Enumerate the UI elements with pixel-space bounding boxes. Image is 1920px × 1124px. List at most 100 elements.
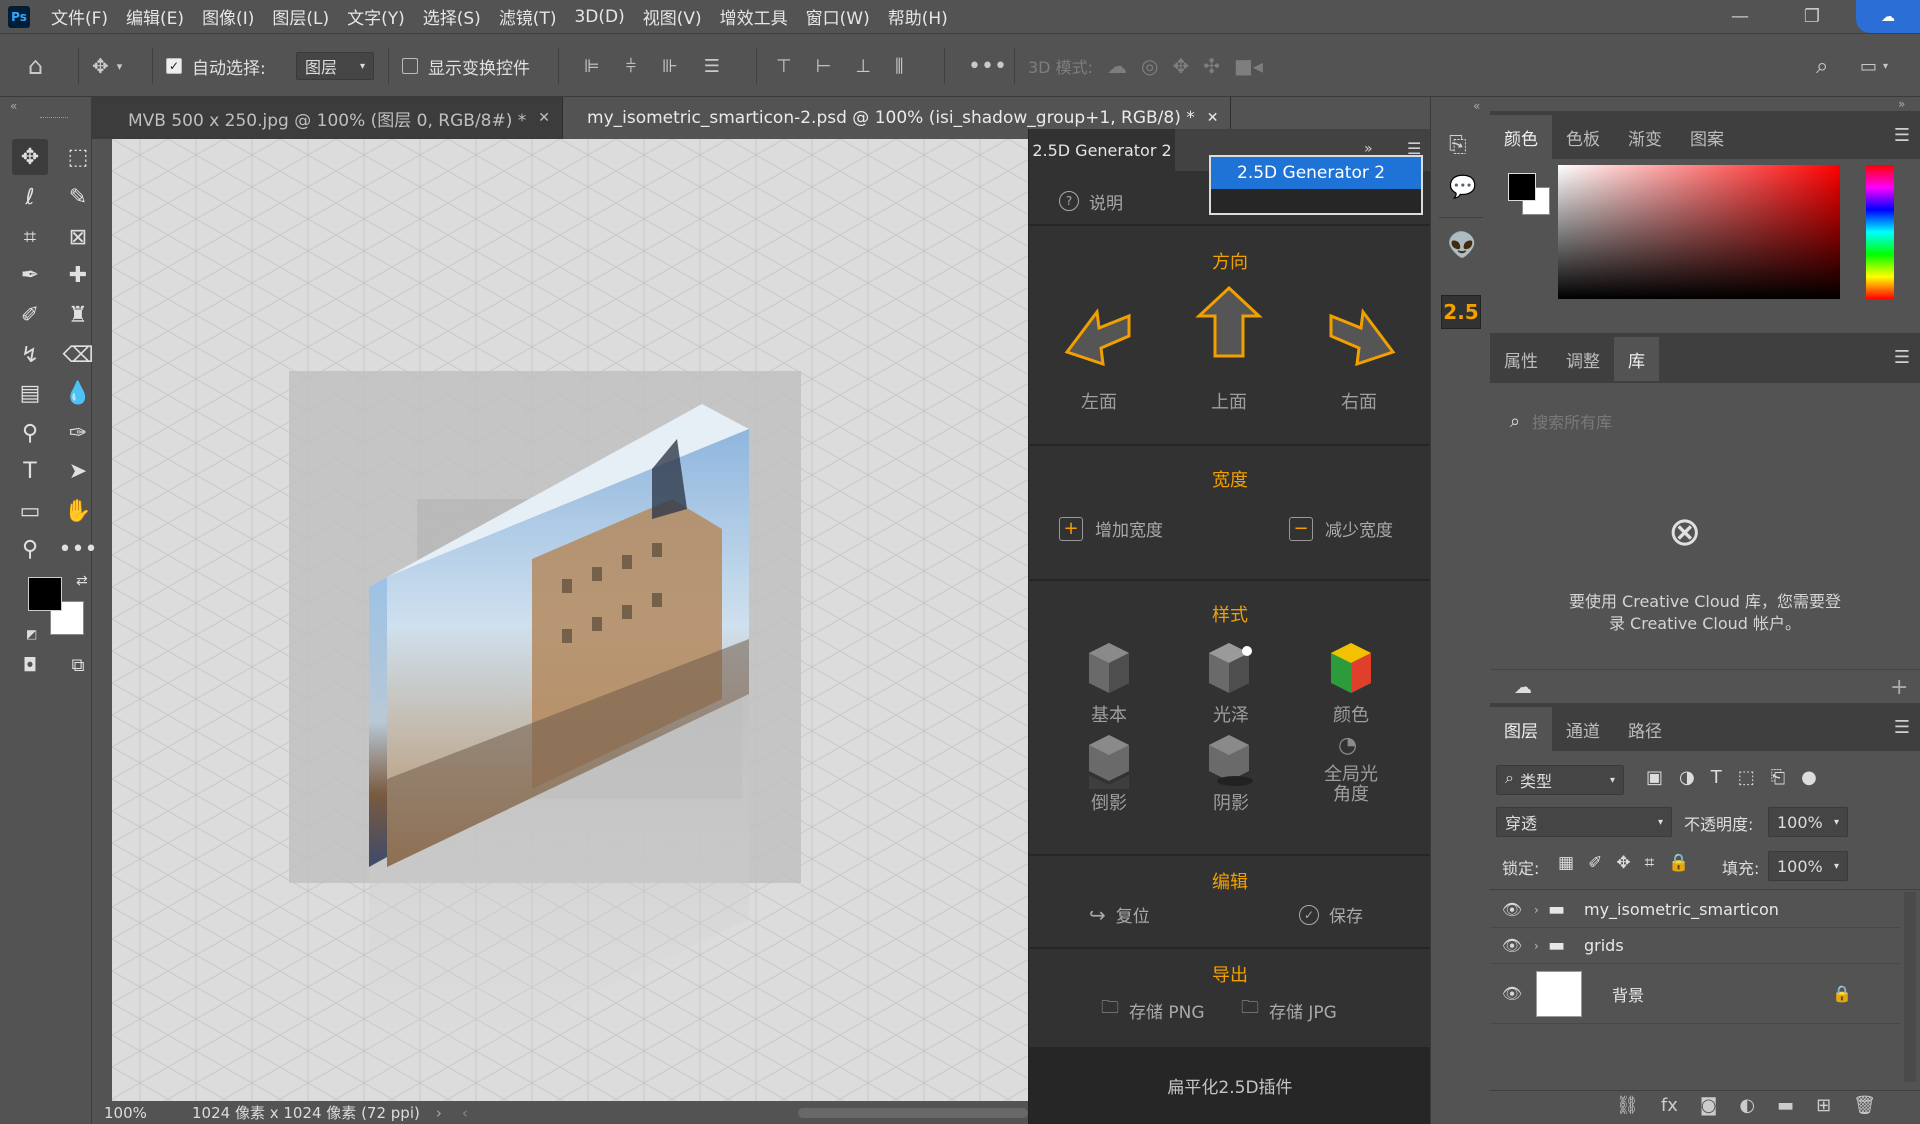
frame-tool[interactable]: ⊠ <box>60 219 96 255</box>
quick-mask-icon[interactable]: ◘ <box>12 647 48 683</box>
eyedropper-tool[interactable]: ✒ <box>12 257 48 293</box>
toolbar-grip[interactable] <box>40 117 68 120</box>
direction-left-label[interactable]: 左面 <box>1059 388 1139 414</box>
right-arrow-icon[interactable] <box>1319 292 1403 376</box>
visibility-eye-icon[interactable]: 👁 <box>1490 984 1534 1003</box>
lock-all-icon[interactable]: 🔒 <box>1668 853 1689 873</box>
expand-panels-icon[interactable]: » <box>1898 97 1905 111</box>
add-mask-icon[interactable]: ◙ <box>1700 1095 1717 1116</box>
library-search-input[interactable]: 搜索所有库 <box>1532 409 1612 433</box>
delete-layer-icon[interactable]: 🗑 <box>1853 1095 1876 1116</box>
move-tool-icon[interactable]: ✥ ▾ <box>92 34 122 98</box>
tab-gradients[interactable]: 渐变 <box>1614 115 1676 159</box>
close-icon[interactable]: ✕ <box>1207 110 1219 126</box>
help-button[interactable]: ? 说明 <box>1059 189 1123 214</box>
crop-tool[interactable]: ⌗ <box>12 219 48 255</box>
save-png-button[interactable]: 🗀 存储 PNG <box>1101 995 1205 1025</box>
panel-menu-icon[interactable]: ☰ <box>1894 125 1910 146</box>
direction-up-label[interactable]: 上面 <box>1189 388 1269 414</box>
history-brush-tool[interactable]: ↯ <box>12 337 48 373</box>
collapse-toolbar-icon[interactable]: « <box>10 99 17 113</box>
menu-help[interactable]: 帮助(H) <box>879 4 957 29</box>
shadow-icon[interactable] <box>1205 731 1257 787</box>
dodge-tool[interactable]: ⚲ <box>12 415 48 451</box>
left-arrow-icon[interactable] <box>1057 292 1141 376</box>
align-bottom-icon[interactable]: ⊥ <box>855 56 871 77</box>
shadow-label[interactable]: 阴影 <box>1191 789 1271 815</box>
blend-mode-dropdown[interactable]: 穿透 ▾ <box>1496 807 1672 837</box>
color-style-label[interactable]: 颜色 <box>1311 701 1391 727</box>
layer-row[interactable]: 👁 › ▬ my_isometric_smarticon <box>1490 892 1900 928</box>
menu-layer[interactable]: 图层(L) <box>263 4 338 29</box>
tab-channels[interactable]: 通道 <box>1552 707 1614 751</box>
save-button[interactable]: ✓ 保存 <box>1299 902 1363 927</box>
swap-colors-icon[interactable]: ⇄ <box>76 573 88 589</box>
lock-position-icon[interactable]: ✥ <box>1616 853 1630 873</box>
expand-arrow-icon[interactable]: › <box>1534 939 1548 953</box>
type-tool[interactable]: T <box>12 453 48 489</box>
visibility-eye-icon[interactable]: 👁 <box>1490 936 1534 955</box>
tab-color[interactable]: 颜色 <box>1490 115 1552 159</box>
library-search[interactable]: ⌕ 搜索所有库 <box>1510 409 1612 433</box>
menu-image[interactable]: 图像(I) <box>193 4 263 29</box>
status-expand-icon[interactable]: › <box>436 1104 442 1122</box>
layer-name[interactable]: 背景 <box>1612 982 1832 1006</box>
panel-menu-icon[interactable]: ☰ <box>1894 717 1910 738</box>
direction-right-label[interactable]: 右面 <box>1319 388 1399 414</box>
color-picker-field[interactable] <box>1558 165 1840 299</box>
scroll-left-icon[interactable]: ‹ <box>462 1104 468 1122</box>
basic-style-label[interactable]: 基本 <box>1069 701 1149 727</box>
align-top-icon[interactable]: ⊤ <box>776 56 792 77</box>
menu-window[interactable]: 窗口(W) <box>797 4 879 29</box>
filter-pixel-icon[interactable]: ▣ <box>1646 767 1663 788</box>
opacity-field[interactable]: 100% ▾ <box>1768 807 1848 837</box>
tab-libraries[interactable]: 库 <box>1614 337 1659 381</box>
close-icon[interactable]: ✕ <box>538 110 550 126</box>
menu-3d[interactable]: 3D(D) <box>565 7 633 27</box>
layer-row[interactable]: 👁 › ▬ grids <box>1490 928 1900 964</box>
layer-effects-icon[interactable]: fx <box>1661 1095 1678 1116</box>
plugin-tab[interactable]: 2.5D Generator 2 <box>1029 129 1175 171</box>
fill-field[interactable]: 100% ▾ <box>1768 851 1848 881</box>
layer-name[interactable]: grids <box>1584 936 1624 955</box>
panel-menu-icon[interactable]: ☰ <box>1894 347 1910 368</box>
dropdown-item-generator[interactable]: 2.5D Generator 2 <box>1211 157 1421 189</box>
auto-select-checkbox[interactable]: ✓ <box>166 58 182 74</box>
basic-style-icon[interactable] <box>1085 639 1133 695</box>
menu-file[interactable]: 文件(F) <box>42 4 117 29</box>
gloss-style-label[interactable]: 光泽 <box>1191 701 1271 727</box>
collapse-strip-icon[interactable]: « <box>1473 99 1480 113</box>
add-library-icon[interactable]: + <box>1890 675 1908 700</box>
tab-layers[interactable]: 图层 <box>1490 707 1552 751</box>
adjustment-layer-icon[interactable]: ◐ <box>1739 1095 1755 1116</box>
reflection-icon[interactable] <box>1085 731 1133 791</box>
gradient-tool[interactable]: ▤ <box>12 375 48 411</box>
gloss-style-icon[interactable] <box>1205 639 1257 695</box>
clone-stamp-tool[interactable]: ♜ <box>60 297 96 333</box>
up-arrow-icon[interactable] <box>1187 282 1271 372</box>
filter-shape-icon[interactable]: ⬚ <box>1738 767 1755 788</box>
3d-slide-icon[interactable]: ✣ <box>1203 54 1220 78</box>
rectangle-tool[interactable]: ▭ <box>12 493 48 529</box>
filter-type-icon[interactable]: T <box>1711 767 1722 788</box>
lock-pixels-icon[interactable]: ✐ <box>1588 853 1602 873</box>
tab-paths[interactable]: 路径 <box>1614 707 1676 751</box>
history-panel-icon[interactable]: ⎘ <box>1449 133 1467 158</box>
align-left-icon[interactable]: ⊫ <box>584 56 600 77</box>
color-style-icon[interactable] <box>1327 639 1375 695</box>
tab-adjustments[interactable]: 调整 <box>1552 337 1614 381</box>
default-colors-icon[interactable]: ◩ <box>26 627 37 641</box>
minimize-icon[interactable]: — <box>1710 0 1770 33</box>
brush-tool[interactable]: ✐ <box>12 297 48 333</box>
blur-tool[interactable]: 💧 <box>60 375 96 411</box>
alien-plugin-icon[interactable]: 👽 <box>1447 231 1477 259</box>
comments-panel-icon[interactable]: 💬 <box>1449 175 1476 200</box>
add-width-button[interactable]: + 增加宽度 <box>1059 516 1163 541</box>
menu-select[interactable]: 选择(S) <box>414 4 490 29</box>
align-center-icon[interactable]: ⫩ <box>626 56 636 77</box>
filter-toggle-icon[interactable]: ● <box>1801 767 1817 788</box>
generator-badge-icon[interactable]: 2.5 <box>1441 295 1481 329</box>
expand-arrow-icon[interactable]: › <box>1534 903 1548 917</box>
menu-type[interactable]: 文字(Y) <box>338 4 414 29</box>
visibility-eye-icon[interactable]: 👁 <box>1490 900 1534 919</box>
